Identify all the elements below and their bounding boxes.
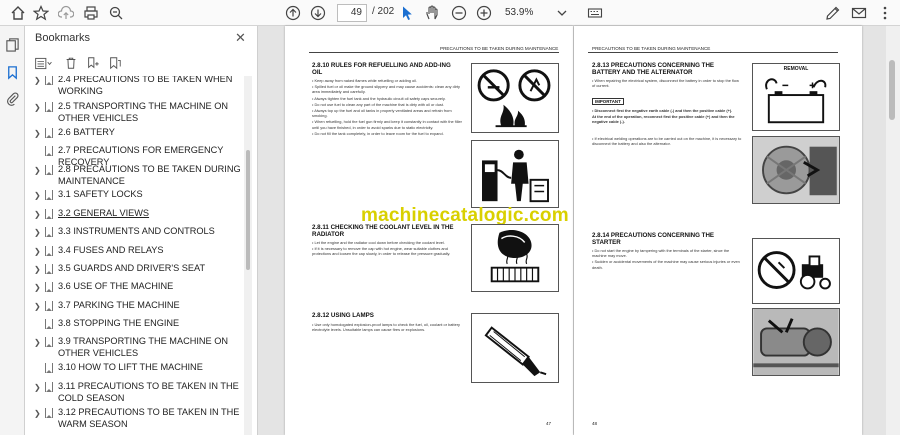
chevron-right-icon[interactable]: ❯ [34, 301, 42, 313]
bookmark-icon [45, 165, 53, 175]
section-title: 2.8.10 RULES FOR REFUELLING AND ADD-ING … [312, 62, 451, 76]
no-fire-illustration [471, 63, 559, 133]
options-menu-icon[interactable] [33, 54, 55, 72]
zoom-level[interactable]: 53.9% [501, 4, 551, 22]
home-icon[interactable] [8, 3, 28, 23]
bookmarks-panel: Bookmarks ✕ ❯ 2.4 PRECAUTIONS TO BE TAKE… [25, 26, 258, 435]
minus-icon[interactable] [449, 3, 469, 23]
bookmark-icon [45, 301, 53, 311]
battery-removal-illustration: REMOVAL [752, 63, 840, 131]
chevron-right-icon[interactable]: ❯ [34, 190, 42, 202]
section-body: • Use only homologated explosion-proof l… [312, 322, 460, 333]
refuelling-illustration [471, 140, 559, 208]
starter-photo [752, 308, 840, 376]
section-title: 2.8.14 PRECAUTIONS CONCERNING THE STARTE… [592, 232, 715, 246]
chevron-right-icon[interactable]: ❯ [34, 209, 42, 221]
bookmark-icon [45, 246, 53, 256]
no-starter-tampering-illustration [752, 238, 840, 304]
print-icon[interactable] [81, 3, 101, 23]
zoom-out-search-icon[interactable] [106, 3, 126, 23]
arrow-down-icon[interactable] [308, 3, 328, 23]
bookmark-icon [45, 337, 53, 347]
keyboard-icon[interactable] [585, 3, 605, 23]
star-icon[interactable] [31, 3, 51, 23]
bookmarks-scrollbar-thumb[interactable] [246, 150, 250, 270]
bookmark-icon [45, 227, 53, 237]
chevron-right-icon[interactable]: ❯ [34, 76, 42, 87]
close-icon[interactable]: ✕ [235, 30, 246, 46]
new-bookmark-icon[interactable] [83, 54, 103, 72]
important-body: • Disconnect first the negative earth ca… [592, 108, 735, 125]
section-body: • When repairing the electrical system, … [592, 78, 739, 89]
bookmark-icon [45, 146, 53, 156]
radiator-illustration [471, 224, 559, 292]
more-icon[interactable] [875, 3, 895, 23]
page-header: PRECAUTIONS TO BE TAKEN DURING MAINTENAN… [592, 46, 711, 51]
chevron-right-icon[interactable]: ❯ [34, 102, 42, 114]
cursor-icon[interactable] [397, 3, 417, 23]
important-label: IMPORTANT [592, 98, 624, 105]
header-rule [309, 52, 559, 53]
chevron-right-icon[interactable]: ❯ [34, 408, 42, 420]
chevron-right-icon[interactable]: ❯ [34, 282, 42, 294]
section-body: • If electrical welding operations are t… [592, 136, 742, 147]
bookmark-icon [45, 282, 53, 292]
email-icon[interactable] [849, 3, 869, 23]
chevron-right-icon[interactable]: ❯ [34, 246, 42, 258]
page-number: 47 [546, 421, 552, 426]
hand-icon[interactable] [422, 3, 442, 23]
tag-icon[interactable] [105, 54, 125, 72]
section-title: 2.8.12 USING LAMPS [312, 312, 374, 319]
page-header: PRECAUTIONS TO BE TAKEN DURING MAINTENAN… [440, 46, 559, 51]
alternator-photo [752, 136, 840, 204]
bookmark-icon[interactable] [4, 64, 21, 81]
bookmarks-title: Bookmarks [35, 32, 91, 44]
delete-bookmark-icon[interactable] [61, 54, 81, 72]
bookmark-tools [33, 54, 253, 74]
section-body: • Keep away from naked flames while refu… [312, 78, 462, 136]
bookmark-list: ❯ 2.4 PRECAUTIONS TO BE TAKEN WHEN WORKI… [34, 76, 241, 429]
page-48: PRECAUTIONS TO BE TAKEN DURING MAINTENAN… [574, 26, 862, 435]
page-total: / 202 [372, 6, 395, 17]
section-title: 2.8.11 CHECKING THE COOLANT LEVEL IN THE… [312, 224, 454, 238]
bookmark-icon [45, 128, 53, 138]
left-rail [0, 26, 25, 435]
page-thumbnails-icon[interactable] [4, 36, 21, 53]
chevron-right-icon[interactable]: ❯ [34, 264, 42, 276]
chevron-right-icon[interactable]: ❯ [34, 227, 42, 239]
section-body: • Do not start the engine by tampering w… [592, 248, 740, 270]
page-number-input[interactable]: 49 [337, 4, 367, 22]
chevron-right-icon[interactable]: ❯ [34, 165, 42, 177]
page-number: 48 [592, 421, 598, 426]
cloud-upload-icon[interactable] [56, 3, 76, 23]
lamp-illustration [471, 313, 559, 383]
chevron-right-icon[interactable]: ❯ [34, 382, 42, 394]
bookmark-icon [45, 363, 53, 373]
attachment-icon[interactable] [4, 90, 21, 107]
document-scrollbar-thumb[interactable] [889, 60, 895, 120]
document-view[interactable]: PRECAUTIONS TO BE TAKEN DURING MAINTENAN… [258, 26, 900, 435]
page-47: PRECAUTIONS TO BE TAKEN DURING MAINTENAN… [285, 26, 573, 435]
sign-icon[interactable] [823, 3, 843, 23]
chevron-right-icon[interactable]: ❯ [34, 337, 42, 349]
bookmark-icon [45, 76, 53, 85]
chevron-down-icon[interactable] [552, 3, 572, 23]
chevron-right-icon[interactable]: ❯ [34, 128, 42, 140]
bookmark-icon [45, 190, 53, 200]
bookmark-icon [45, 209, 53, 219]
section-body: • Let the engine and the radiator cool d… [312, 240, 451, 257]
toolbar: 49 / 202 53.9% [0, 0, 900, 26]
arrow-up-icon[interactable] [283, 3, 303, 23]
bookmark-icon [45, 319, 53, 329]
bookmark-icon [45, 102, 53, 112]
bookmark-icon [45, 408, 53, 418]
bookmark-icon [45, 264, 53, 274]
bookmark-icon [45, 382, 53, 392]
section-title: 2.8.13 PRECAUTIONS CONCERNING THE BATTER… [592, 62, 715, 76]
header-rule [588, 52, 838, 53]
plus-icon[interactable] [474, 3, 494, 23]
